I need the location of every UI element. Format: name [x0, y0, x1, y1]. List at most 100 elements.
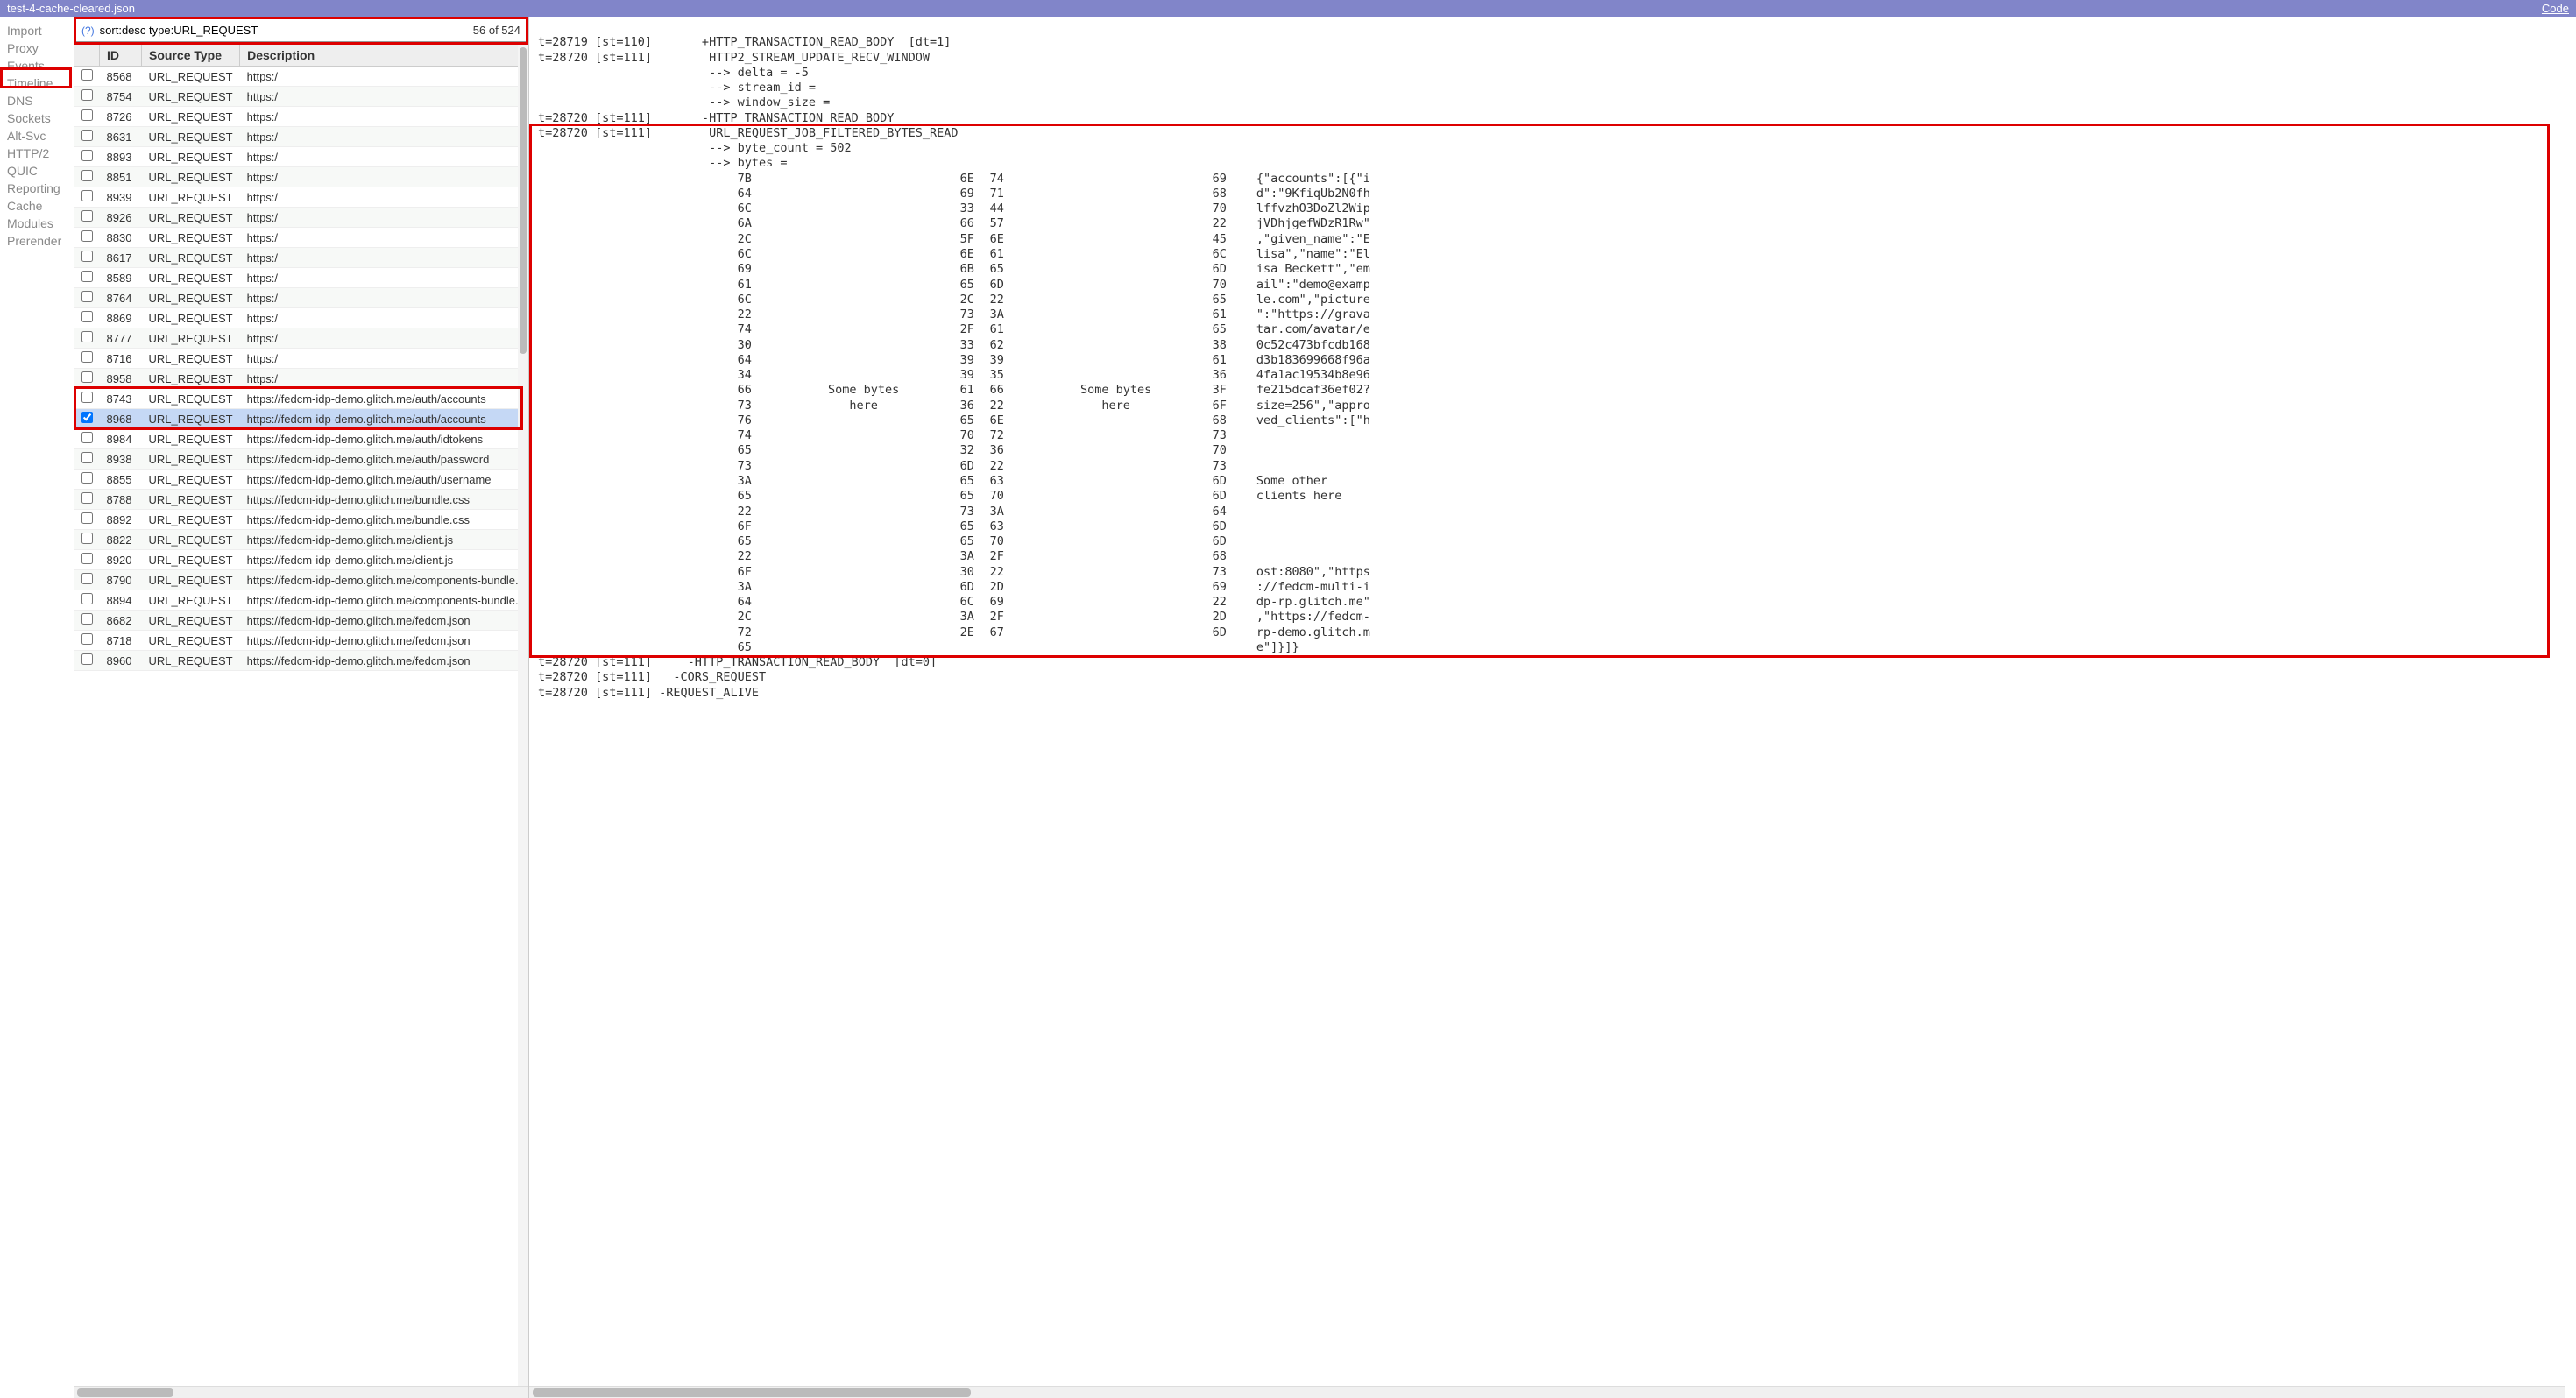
- sidebar-item-dns[interactable]: DNS: [7, 92, 67, 109]
- table-row[interactable]: 8968URL_REQUESThttps://fedcm-idp-demo.gl…: [74, 409, 528, 429]
- table-row[interactable]: 8984URL_REQUESThttps://fedcm-idp-demo.gl…: [74, 429, 528, 449]
- table-row[interactable]: 8939URL_REQUESThttps:/: [74, 187, 528, 208]
- table-row[interactable]: 8830URL_REQUESThttps:/: [74, 228, 528, 248]
- table-row[interactable]: 8960URL_REQUESThttps://fedcm-idp-demo.gl…: [74, 651, 528, 671]
- row-id: 8968: [100, 409, 142, 429]
- sidebar-item-sockets[interactable]: Sockets: [7, 109, 67, 127]
- row-checkbox[interactable]: [81, 130, 93, 141]
- col-header[interactable]: [74, 45, 100, 67]
- sidebar-item-reporting[interactable]: Reporting: [7, 180, 67, 197]
- table-row[interactable]: 8851URL_REQUESThttps:/: [74, 167, 528, 187]
- table-row[interactable]: 8589URL_REQUESThttps:/: [74, 268, 528, 288]
- table-row[interactable]: 8958URL_REQUESThttps:/: [74, 369, 528, 389]
- row-checkbox[interactable]: [81, 512, 93, 524]
- sidebar-item-cache[interactable]: Cache: [7, 197, 67, 215]
- filter-input[interactable]: [98, 23, 470, 38]
- table-row[interactable]: 8894URL_REQUESThttps://fedcm-idp-demo.gl…: [74, 590, 528, 611]
- hex-row: 722E676D rp-demo.glitch.m: [538, 625, 2567, 640]
- events-table: IDSource TypeDescription 8568URL_REQUEST…: [74, 44, 528, 671]
- table-row[interactable]: 8777URL_REQUESThttps:/: [74, 328, 528, 349]
- scrollbar-horizontal[interactable]: [74, 1386, 528, 1398]
- row-checkbox[interactable]: [81, 573, 93, 584]
- row-checkbox[interactable]: [81, 69, 93, 81]
- row-type: URL_REQUEST: [142, 248, 240, 268]
- row-checkbox[interactable]: [81, 533, 93, 544]
- details-scrollbar-h[interactable]: [529, 1386, 2565, 1398]
- table-row[interactable]: 8631URL_REQUESThttps:/: [74, 127, 528, 147]
- table-row[interactable]: 8892URL_REQUESThttps://fedcm-idp-demo.gl…: [74, 510, 528, 530]
- scrollbar-vertical[interactable]: [518, 44, 528, 1386]
- row-checkbox[interactable]: [81, 371, 93, 383]
- table-row[interactable]: 8938URL_REQUESThttps://fedcm-idp-demo.gl…: [74, 449, 528, 470]
- table-row[interactable]: 8716URL_REQUESThttps:/: [74, 349, 528, 369]
- row-id: 8716: [100, 349, 142, 369]
- sidebar-item-alt-svc[interactable]: Alt-Svc: [7, 127, 67, 145]
- row-checkbox[interactable]: [81, 432, 93, 443]
- row-checkbox[interactable]: [81, 472, 93, 484]
- row-desc: https://fedcm-idp-demo.glitch.me/auth/us…: [240, 470, 528, 490]
- row-checkbox[interactable]: [81, 553, 93, 564]
- col-header[interactable]: ID: [100, 45, 142, 67]
- sidebar-item-proxy[interactable]: Proxy: [7, 39, 67, 57]
- filter-help-link[interactable]: (?): [81, 25, 95, 37]
- sidebar-item-modules[interactable]: Modules: [7, 215, 67, 232]
- row-checkbox[interactable]: [81, 492, 93, 504]
- table-row[interactable]: 8754URL_REQUESThttps:/: [74, 87, 528, 107]
- table-row[interactable]: 8790URL_REQUESThttps://fedcm-idp-demo.gl…: [74, 570, 528, 590]
- row-checkbox[interactable]: [81, 291, 93, 302]
- row-checkbox[interactable]: [81, 613, 93, 625]
- sidebar-item-timeline[interactable]: Timeline: [7, 74, 67, 92]
- row-id: 8777: [100, 328, 142, 349]
- row-id: 8926: [100, 208, 142, 228]
- row-desc: https://fedcm-idp-demo.glitch.me/bundle.…: [240, 510, 528, 530]
- hex-row: 6A665722 jVDhjgefWDzR1Rw": [538, 216, 2567, 231]
- table-row[interactable]: 8822URL_REQUESThttps://fedcm-idp-demo.gl…: [74, 530, 528, 550]
- table-row[interactable]: 8920URL_REQUESThttps://fedcm-idp-demo.gl…: [74, 550, 528, 570]
- row-type: URL_REQUEST: [142, 349, 240, 369]
- row-checkbox[interactable]: [81, 230, 93, 242]
- row-checkbox[interactable]: [81, 251, 93, 262]
- sidebar-item-quic[interactable]: QUIC: [7, 162, 67, 180]
- row-type: URL_REQUEST: [142, 369, 240, 389]
- row-checkbox[interactable]: [81, 210, 93, 222]
- hex-row: 30336238 0c52c473bfcdb168: [538, 338, 2567, 353]
- row-id: 8893: [100, 147, 142, 167]
- row-checkbox[interactable]: [81, 170, 93, 181]
- sidebar-item-prerender[interactable]: Prerender: [7, 232, 67, 250]
- row-checkbox[interactable]: [81, 653, 93, 665]
- table-row[interactable]: 8926URL_REQUESThttps:/: [74, 208, 528, 228]
- sidebar-item-events[interactable]: Events: [7, 57, 67, 74]
- sidebar-item-http/2[interactable]: HTTP/2: [7, 145, 67, 162]
- row-id: 8743: [100, 389, 142, 409]
- row-checkbox[interactable]: [81, 190, 93, 201]
- row-checkbox[interactable]: [81, 271, 93, 282]
- table-row[interactable]: 8718URL_REQUESThttps://fedcm-idp-demo.gl…: [74, 631, 528, 651]
- row-checkbox[interactable]: [81, 150, 93, 161]
- row-checkbox[interactable]: [81, 633, 93, 645]
- row-checkbox[interactable]: [81, 392, 93, 403]
- code-link[interactable]: Code: [2542, 2, 2569, 15]
- table-row[interactable]: 8788URL_REQUESThttps://fedcm-idp-demo.gl…: [74, 490, 528, 510]
- table-row[interactable]: 8869URL_REQUESThttps:/: [74, 308, 528, 328]
- row-checkbox[interactable]: [81, 351, 93, 363]
- row-checkbox[interactable]: [81, 89, 93, 101]
- table-row[interactable]: 8764URL_REQUESThttps:/: [74, 288, 528, 308]
- row-checkbox[interactable]: [81, 331, 93, 342]
- table-row[interactable]: 8893URL_REQUESThttps:/: [74, 147, 528, 167]
- row-type: URL_REQUEST: [142, 449, 240, 470]
- table-row[interactable]: 8568URL_REQUESThttps:/: [74, 67, 528, 87]
- table-row[interactable]: 8682URL_REQUESThttps://fedcm-idp-demo.gl…: [74, 611, 528, 631]
- table-row[interactable]: 8855URL_REQUESThttps://fedcm-idp-demo.gl…: [74, 470, 528, 490]
- row-checkbox[interactable]: [81, 593, 93, 604]
- sidebar-item-import[interactable]: Import: [7, 22, 67, 39]
- table-row[interactable]: 8726URL_REQUESThttps:/: [74, 107, 528, 127]
- table-row[interactable]: 8743URL_REQUESThttps://fedcm-idp-demo.gl…: [74, 389, 528, 409]
- row-checkbox[interactable]: [81, 311, 93, 322]
- col-header[interactable]: Description: [240, 45, 528, 67]
- col-header[interactable]: Source Type: [142, 45, 240, 67]
- row-checkbox[interactable]: [81, 109, 93, 121]
- row-checkbox[interactable]: [81, 452, 93, 463]
- row-checkbox[interactable]: [81, 412, 93, 423]
- row-id: 8718: [100, 631, 142, 651]
- table-row[interactable]: 8617URL_REQUESThttps:/: [74, 248, 528, 268]
